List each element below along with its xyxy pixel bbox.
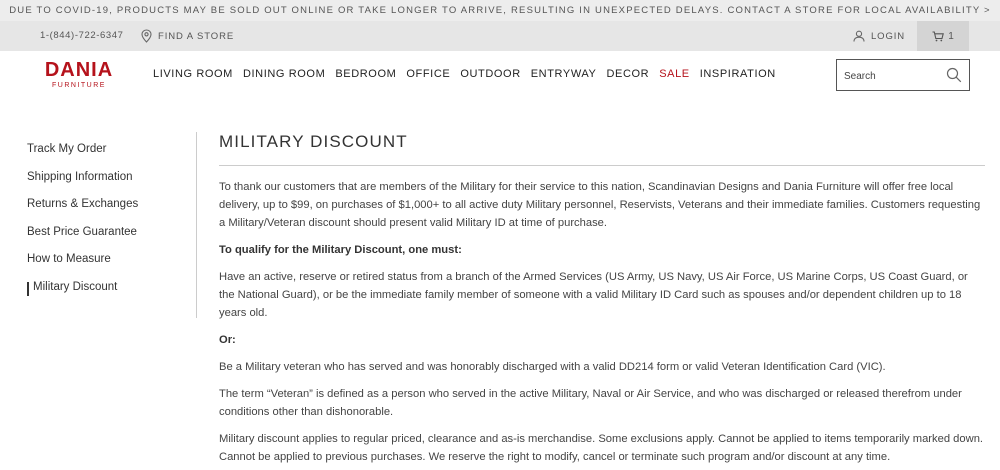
search-box — [836, 59, 970, 91]
logo-subtitle: FURNITURE — [52, 82, 106, 89]
search-input[interactable] — [844, 68, 944, 84]
sidebar-item-shipping[interactable]: Shipping Information — [27, 171, 192, 199]
veteran-definition-paragraph: The term “Veteran” is defined as a perso… — [219, 388, 962, 418]
map-pin-icon — [141, 29, 152, 43]
intro-paragraph: To thank our customers that are members … — [219, 181, 981, 229]
login-label: LOGIN — [871, 30, 906, 42]
sidebar-item-price-guarantee[interactable]: Best Price Guarantee — [27, 226, 192, 254]
nav-decor[interactable]: DECOR — [606, 68, 649, 80]
eligibility-paragraph: Have an active, reserve or retired statu… — [219, 271, 968, 319]
main-content: MILITARY DISCOUNT To thank our customers… — [219, 131, 985, 466]
nav-inspiration[interactable]: INSPIRATION — [700, 68, 776, 80]
find-store-link[interactable]: FIND A STORE — [141, 21, 234, 51]
phone-link[interactable]: 1-(844)-722-6347 — [40, 21, 124, 51]
nav-outdoor[interactable]: OUTDOOR — [460, 68, 520, 80]
veteran-paragraph: Be a Military veteran who has served and… — [219, 361, 886, 373]
utility-bar: 1-(844)-722-6347 FIND A STORE LOGIN 1 — [0, 21, 1000, 51]
covid-banner[interactable]: DUE TO COVID-19, PRODUCTS MAY BE SOLD OU… — [0, 0, 1000, 21]
nav-dining-room[interactable]: DINING ROOM — [243, 68, 325, 80]
nav-entryway[interactable]: ENTRYWAY — [531, 68, 597, 80]
terms-paragraph: Military discount applies to regular pri… — [219, 433, 984, 463]
nav-sale[interactable]: SALE — [659, 68, 690, 80]
sidebar-item-how-to-measure[interactable]: How to Measure — [27, 253, 192, 281]
cart-count: 1 — [948, 30, 954, 42]
nav-living-room[interactable]: LIVING ROOM — [153, 68, 233, 80]
sidebar-item-track-order[interactable]: Track My Order — [27, 143, 192, 171]
main-header: DANIA FURNITURE LIVING ROOM DINING ROOM … — [0, 51, 1000, 101]
sidebar-divider — [196, 132, 197, 318]
logo-name: DANIA — [44, 59, 114, 81]
user-icon — [853, 30, 865, 42]
cart-icon — [932, 30, 945, 41]
login-link[interactable]: LOGIN — [853, 21, 905, 51]
nav-bedroom[interactable]: BEDROOM — [335, 68, 396, 80]
or-label: Or: — [219, 334, 236, 346]
cart-button[interactable]: 1 — [917, 21, 969, 51]
sidebar-item-returns[interactable]: Returns & Exchanges — [27, 198, 192, 226]
main-nav: LIVING ROOM DINING ROOM BEDROOM OFFICE O… — [153, 51, 776, 97]
dania-logo[interactable]: DANIA FURNITURE — [40, 60, 118, 90]
search-icon[interactable] — [946, 67, 962, 83]
qualify-heading: To qualify for the Military Discount, on… — [219, 244, 462, 256]
nav-office[interactable]: OFFICE — [406, 68, 450, 80]
page-title: MILITARY DISCOUNT — [219, 131, 985, 166]
help-sidebar: Track My Order Shipping Information Retu… — [27, 143, 192, 309]
sidebar-item-military-discount[interactable]: Military Discount — [27, 281, 192, 309]
find-store-label: FIND A STORE — [158, 30, 235, 42]
